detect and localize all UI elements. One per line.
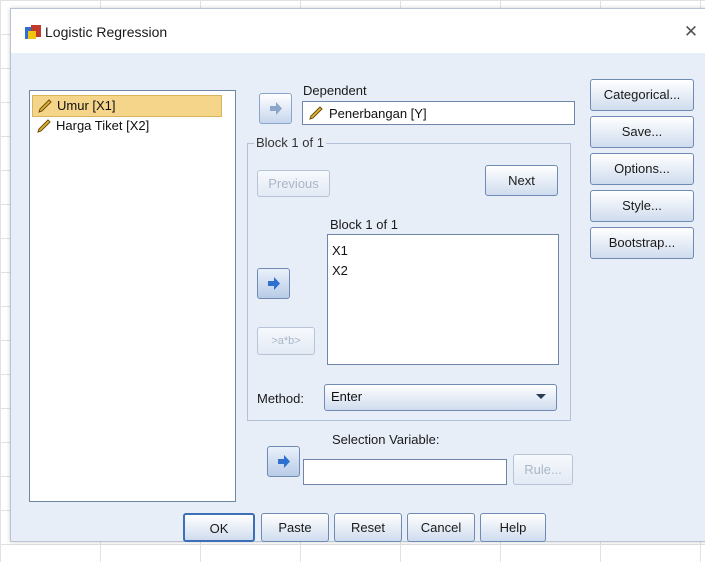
interaction-button[interactable]: >a*b> xyxy=(257,327,315,355)
rule-button[interactable]: Rule... xyxy=(513,454,573,485)
ok-button[interactable]: OK xyxy=(183,513,255,542)
variable-label: Harga Tiket [X2] xyxy=(56,118,150,133)
variable-label: Umur [X1] xyxy=(57,98,116,113)
method-label: Method: xyxy=(257,391,304,406)
scale-variable-icon xyxy=(37,119,51,133)
cancel-button[interactable]: Cancel xyxy=(407,513,475,542)
options-button[interactable]: Options... xyxy=(590,153,694,185)
selection-move-button[interactable] xyxy=(267,446,300,477)
covariates-list[interactable]: X1 X2 xyxy=(327,234,559,365)
next-button[interactable]: Next xyxy=(485,165,558,196)
covariate-move-button[interactable] xyxy=(257,268,290,299)
list-item[interactable]: Harga Tiket [X2] xyxy=(32,116,155,136)
logistic-regression-dialog: Logistic Regression ✕ Umur [X1] Harga Ti… xyxy=(10,8,705,542)
previous-button[interactable]: Previous xyxy=(257,170,330,197)
reset-button[interactable]: Reset xyxy=(334,513,402,542)
list-item[interactable]: X1 xyxy=(332,243,348,258)
dependent-move-button[interactable] xyxy=(259,93,292,124)
close-button[interactable]: ✕ xyxy=(680,21,702,43)
source-variable-list[interactable]: Umur [X1] Harga Tiket [X2] xyxy=(29,90,236,502)
help-button[interactable]: Help xyxy=(480,513,546,542)
categorical-button[interactable]: Categorical... xyxy=(590,79,694,111)
selection-variable-label: Selection Variable: xyxy=(332,432,440,447)
selection-variable-field[interactable] xyxy=(303,459,507,485)
block-list-title: Block 1 of 1 xyxy=(330,217,398,232)
block-group-title: Block 1 of 1 xyxy=(254,135,326,150)
save-button[interactable]: Save... xyxy=(590,116,694,148)
scale-variable-icon xyxy=(309,106,323,120)
style-button[interactable]: Style... xyxy=(590,190,694,222)
arrow-right-icon xyxy=(268,277,280,290)
scale-variable-icon xyxy=(38,99,52,113)
dependent-label: Dependent xyxy=(303,83,367,98)
bootstrap-button[interactable]: Bootstrap... xyxy=(590,227,694,259)
list-item[interactable]: Umur [X1] xyxy=(32,95,222,117)
window-title: Logistic Regression xyxy=(45,24,168,40)
dependent-field[interactable]: Penerbangan [Y] xyxy=(302,101,575,125)
method-select[interactable]: Enter xyxy=(324,384,557,411)
arrow-right-icon xyxy=(278,455,290,468)
title-bar: Logistic Regression ✕ xyxy=(11,9,705,53)
list-item[interactable]: X2 xyxy=(332,263,348,278)
chevron-down-icon xyxy=(536,394,546,399)
spss-app-icon xyxy=(25,25,41,39)
paste-button[interactable]: Paste xyxy=(261,513,329,542)
dependent-value: Penerbangan [Y] xyxy=(329,106,427,121)
arrow-right-icon xyxy=(270,102,282,115)
